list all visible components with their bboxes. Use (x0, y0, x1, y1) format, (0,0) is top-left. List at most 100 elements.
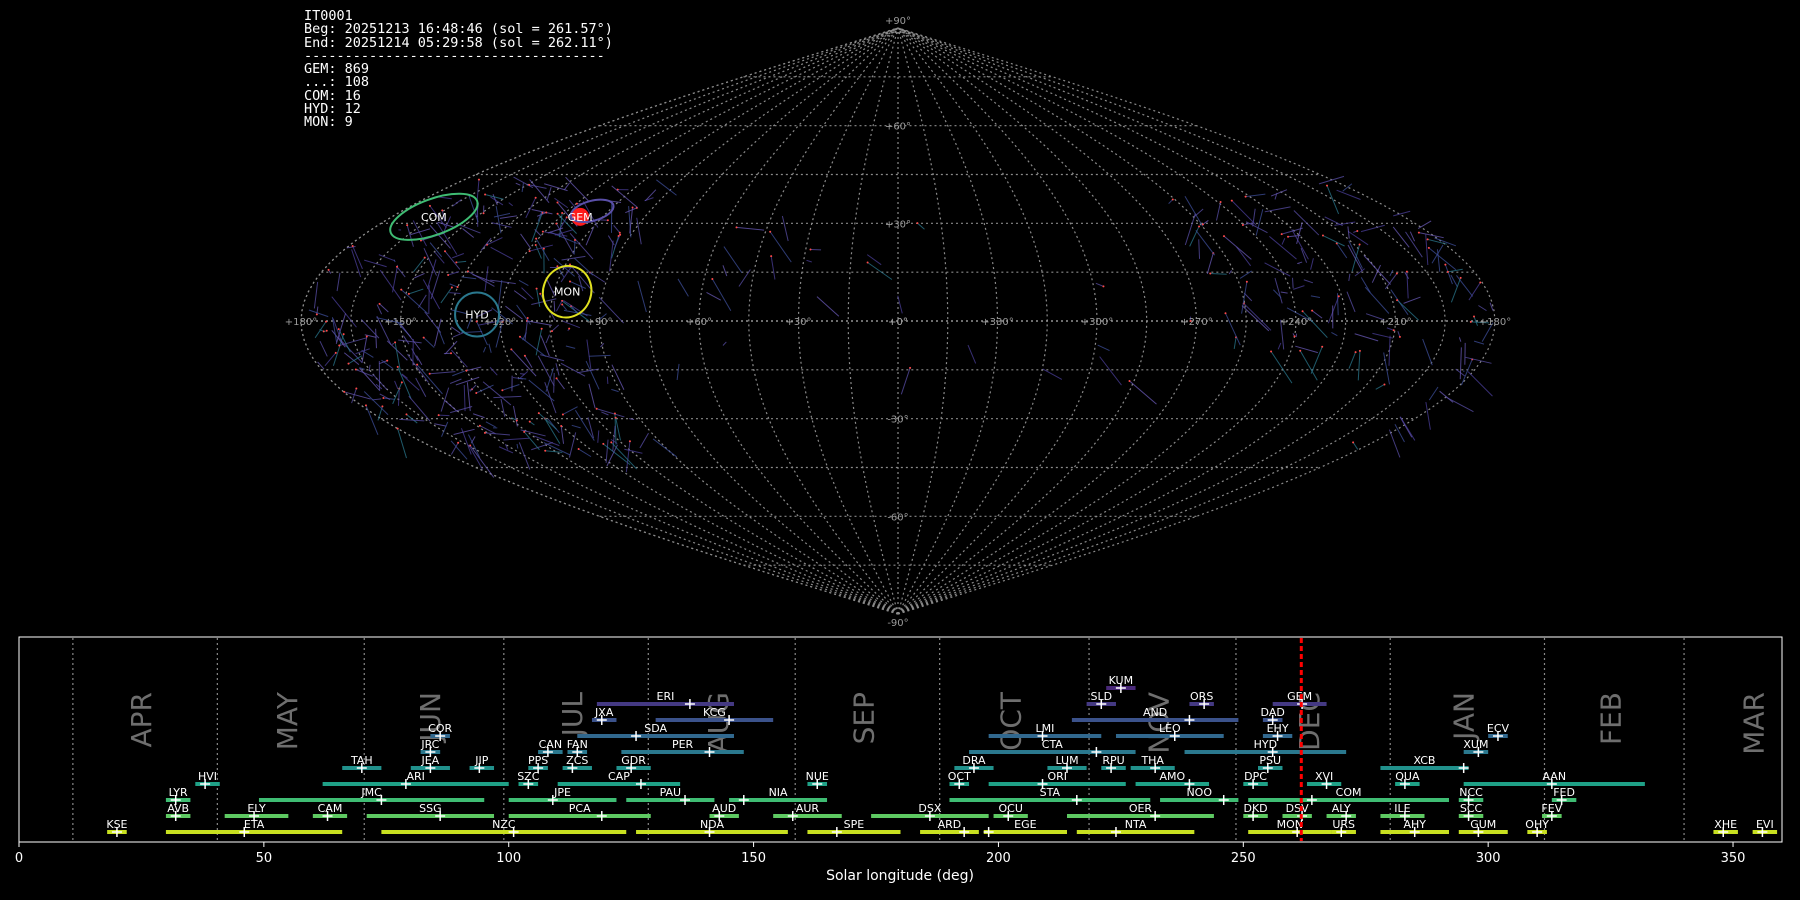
shower-label: HVI (198, 770, 217, 783)
shower-label: NDA (700, 818, 725, 831)
x-tick-label: 300 (1476, 851, 1501, 866)
shower-label: XHE (1714, 818, 1737, 831)
shower-timeline-chart: APR MAY JUN JUL AUG SEP OCT NOV DEC JAN FEB MAR KUM… (15, 636, 1783, 866)
shower-label: ORS (1190, 690, 1213, 703)
shower-label: URS (1332, 818, 1355, 831)
shower-label: RPU (1102, 754, 1124, 767)
month-label: OCT (994, 691, 1027, 751)
shower-label: NIA (769, 786, 788, 799)
shower-label: EVI (1756, 818, 1774, 831)
shower-label: ARD (938, 818, 962, 831)
shower-label: OHY (1525, 818, 1549, 831)
shower-label: XUM (1463, 738, 1488, 751)
shower-label: JMC (360, 786, 382, 799)
shower-label: NTA (1125, 818, 1147, 831)
shower-label: XCB (1414, 754, 1436, 767)
shower-label: EHY (1267, 722, 1289, 735)
shower-label: HYD (1254, 738, 1277, 751)
shower-label: PAU (660, 786, 682, 799)
shower-label: PPS (528, 754, 548, 767)
shower-label: CTA (1042, 738, 1064, 751)
month-label: JUL (556, 692, 589, 739)
shower-label: TAH (350, 754, 373, 767)
shower-label: AUD (712, 802, 736, 815)
x-axis-label: Solar longitude (deg) (826, 868, 974, 884)
month-label: SEP (847, 692, 880, 744)
shower-label: NZC (492, 818, 516, 831)
shower-label: AUR (796, 802, 820, 815)
shower-label: GUM (1470, 818, 1496, 831)
shower-label: ORI (1047, 770, 1067, 783)
shower-label: SSG (419, 802, 442, 815)
x-tick-label: 150 (741, 851, 766, 866)
shower-label: COR (428, 722, 452, 735)
shower-label: LUM (1055, 754, 1078, 767)
x-tick-label: 250 (1231, 851, 1256, 866)
shower-label: JRC (420, 738, 439, 751)
shower-label: FED (1553, 786, 1575, 799)
month-label: JAN (1447, 692, 1480, 742)
shower-label: COM (1336, 786, 1362, 799)
month-label: MAY (271, 691, 304, 750)
shower-label: OER (1129, 802, 1153, 815)
shower-label: OCU (998, 802, 1022, 815)
shower-label: AHY (1403, 818, 1426, 831)
shower-label: DKD (1243, 802, 1267, 815)
shower-label: GDR (621, 754, 646, 767)
shower-label: MON (1277, 818, 1303, 831)
shower-label: AND (1143, 706, 1167, 719)
shower-label: DSV (1286, 802, 1309, 815)
shower-label: LMI (1036, 722, 1055, 735)
shower-label: EGE (1014, 818, 1036, 831)
shower-label: ETA (244, 818, 265, 831)
shower-label: LYR (169, 786, 188, 799)
shower-label: NCC (1459, 786, 1483, 799)
shower-label: LEO (1159, 722, 1181, 735)
shower-label: AAN (1542, 770, 1566, 783)
month-label: MAR (1738, 692, 1771, 755)
shower-label: DSX (918, 802, 941, 815)
shower-label: XVI (1315, 770, 1333, 783)
shower-label: JXA (594, 706, 614, 719)
shower-label: AVB (167, 802, 189, 815)
shower-label: OCT (948, 770, 971, 783)
x-tick-label: 50 (256, 851, 273, 866)
shower-label: PCA (569, 802, 591, 815)
shower-label: KUM (1109, 674, 1133, 687)
month-label: FEB (1594, 692, 1627, 745)
shower-label: ELY (247, 802, 266, 815)
shower-label: KSE (106, 818, 127, 831)
shower-label: ECV (1487, 722, 1510, 735)
shower-label: GEM (1287, 690, 1312, 703)
shower-label: CAN (539, 738, 562, 751)
shower-label: ALY (1332, 802, 1351, 815)
shower-label: SZC (517, 770, 540, 783)
x-tick-label: 0 (15, 851, 23, 866)
shower-label: PSU (1259, 754, 1281, 767)
shower-label: ERI (657, 690, 675, 703)
shower-label: ILE (1394, 802, 1410, 815)
shower-label: DPC (1244, 770, 1267, 783)
shower-label: FAN (567, 738, 588, 751)
shower-label: SCC (1460, 802, 1483, 815)
x-tick-label: 200 (986, 851, 1011, 866)
shower-label: JEA (420, 754, 439, 767)
shower-label: DAD (1261, 706, 1285, 719)
shower-label: DRA (962, 754, 986, 767)
shower-label: STA (1040, 786, 1061, 799)
shower-label: THA (1140, 754, 1164, 767)
shower-label: AMO (1159, 770, 1185, 783)
shower-label: PER (672, 738, 694, 751)
shower-label: JIP (474, 754, 488, 767)
x-tick-label: 350 (1721, 851, 1746, 866)
shower-label: CAM (318, 802, 343, 815)
month-label: APR (125, 692, 158, 748)
shower-label: FEV (1541, 802, 1562, 815)
shower-label: SDA (644, 722, 667, 735)
shower-label: CAP (608, 770, 630, 783)
shower-label: NOO (1186, 786, 1212, 799)
shower-label: SLD (1090, 690, 1112, 703)
x-axis-ticks: 0 50 100 150 200 250 300 350 (15, 842, 1746, 866)
x-tick-label: 100 (496, 851, 521, 866)
shower-label: SPE (844, 818, 865, 831)
